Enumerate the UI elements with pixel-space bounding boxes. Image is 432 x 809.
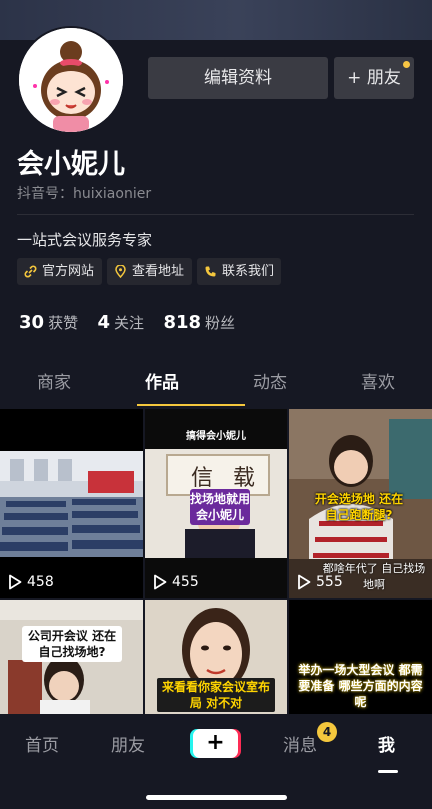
official-website-link[interactable]: 官方网站 bbox=[17, 258, 102, 285]
tab-works[interactable]: 作品 bbox=[108, 360, 216, 408]
add-friend-label: + 朋友 bbox=[347, 68, 401, 88]
add-friend-button[interactable]: + 朋友 bbox=[334, 57, 414, 99]
cartoon-girl-avatar-icon bbox=[19, 28, 123, 132]
video-thumbnail[interactable]: 开会选场地 还在自己跑断腿? 都啥年代了 自己找场地啊 555 bbox=[289, 409, 432, 598]
likes-count: 30 bbox=[19, 312, 45, 333]
home-indicator[interactable] bbox=[146, 795, 287, 800]
nav-home[interactable]: 首页 bbox=[25, 731, 59, 756]
video-caption: 找场地就用会小妮儿 bbox=[190, 489, 250, 525]
play-icon bbox=[298, 574, 311, 590]
notification-dot bbox=[403, 61, 410, 68]
following-label[interactable]: 关注 bbox=[114, 314, 144, 332]
link-label: 联系我们 bbox=[222, 264, 275, 279]
play-count: 458 bbox=[8, 574, 54, 590]
tab-merchant[interactable]: 商家 bbox=[0, 360, 108, 408]
play-count: 555 bbox=[297, 574, 343, 590]
likes-label: 获赞 bbox=[48, 314, 79, 332]
play-count: 455 bbox=[153, 574, 199, 590]
video-caption: 开会选场地 还在自己跑断腿? bbox=[314, 492, 404, 522]
nav-messages[interactable]: 消息 bbox=[283, 731, 317, 756]
video-caption: 举办一场大型会议 都需要准备 哪些方面的内容呢 bbox=[298, 663, 423, 709]
location-pin-icon bbox=[115, 265, 126, 278]
play-icon bbox=[154, 574, 167, 590]
followers-count[interactable]: 818 bbox=[163, 312, 201, 333]
tab-activity[interactable]: 动态 bbox=[216, 360, 324, 408]
play-icon bbox=[9, 574, 22, 590]
video-caption: 来看看你家会议室布局 对不对 bbox=[157, 678, 275, 712]
active-tab-indicator bbox=[137, 404, 245, 406]
followers-label[interactable]: 粉丝 bbox=[205, 314, 235, 332]
video-thumbnail[interactable]: 举办一场大型会议 都需要准备 哪些方面的内容呢 bbox=[289, 600, 432, 714]
view-address-link[interactable]: 查看地址 bbox=[107, 258, 192, 285]
douyin-id: 抖音号：huixiaonier bbox=[17, 186, 152, 202]
video-thumbnail[interactable]: 公司开会议 还在自己找场地? bbox=[0, 600, 143, 714]
profile-stats: 30 获赞 4 关注 818 粉丝 bbox=[19, 312, 249, 333]
active-nav-indicator bbox=[378, 770, 398, 773]
video-thumbnail[interactable]: 来看看你家会议室布局 对不对 bbox=[145, 600, 287, 714]
profile-bio: 一站式会议服务专家 bbox=[17, 231, 153, 249]
svg-text:信: 信 bbox=[191, 466, 213, 491]
video-thumbnail[interactable]: 458 bbox=[0, 409, 143, 598]
following-count[interactable]: 4 bbox=[97, 312, 110, 333]
video-grid: 458 搞得会小妮儿 信 载 找场地就用会小妮儿 455 开会选场地 还在自己跑… bbox=[0, 409, 432, 714]
link-icon bbox=[24, 265, 37, 278]
profile-tabs: 商家 作品 动态 喜欢 bbox=[0, 360, 432, 408]
conference-hall-image bbox=[0, 451, 143, 557]
link-label: 官方网站 bbox=[42, 264, 95, 279]
edit-profile-button[interactable]: 编辑资料 bbox=[148, 57, 328, 99]
divider bbox=[17, 214, 414, 215]
create-post-button[interactable]: + bbox=[193, 729, 238, 758]
play-count-value: 458 bbox=[27, 574, 54, 590]
nav-me[interactable]: 我 bbox=[378, 731, 395, 756]
nav-friends[interactable]: 朋友 bbox=[111, 731, 145, 756]
video-thumbnail[interactable]: 搞得会小妮儿 信 载 找场地就用会小妮儿 455 bbox=[145, 409, 287, 598]
avatar[interactable] bbox=[17, 26, 125, 134]
tab-likes[interactable]: 喜欢 bbox=[324, 360, 432, 408]
play-count-value: 555 bbox=[316, 574, 343, 590]
phone-icon bbox=[205, 266, 216, 277]
video-caption: 公司开会议 还在自己找场地? bbox=[22, 626, 122, 662]
messages-badge: 4 bbox=[317, 722, 337, 742]
play-count-value: 455 bbox=[172, 574, 199, 590]
contact-us-link[interactable]: 联系我们 bbox=[197, 258, 281, 285]
profile-name: 会小妮儿 bbox=[17, 149, 125, 180]
svg-text:载: 载 bbox=[233, 466, 255, 491]
link-label: 查看地址 bbox=[132, 264, 185, 279]
